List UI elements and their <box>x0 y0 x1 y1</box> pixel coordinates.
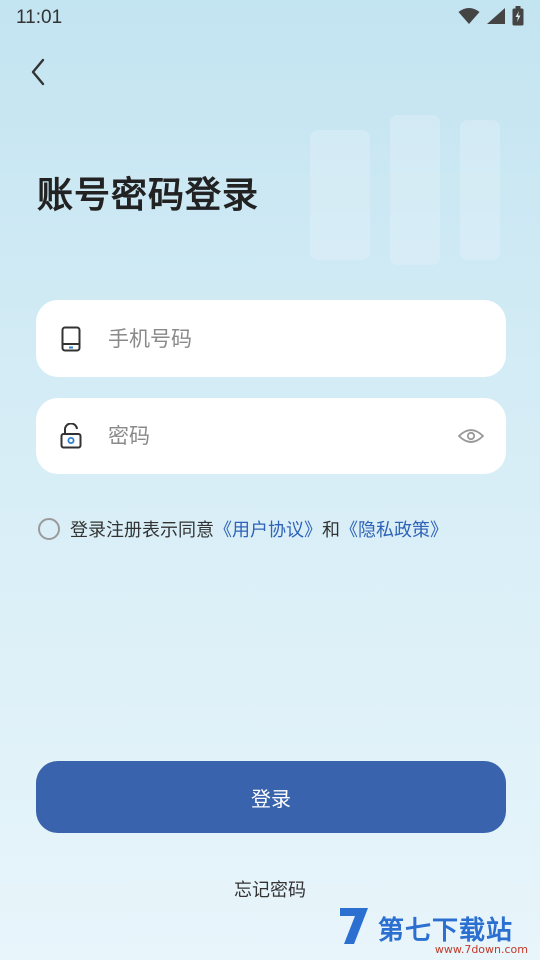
site-logo-icon <box>336 904 372 952</box>
back-button[interactable] <box>22 56 54 92</box>
watermark-url: www.7down.com <box>434 943 528 956</box>
phone-input[interactable] <box>108 318 484 359</box>
status-bar: 11:01 <box>0 0 540 36</box>
watermark-name: 第七下载站 <box>378 915 514 946</box>
agreement-text: 登录注册表示同意 <box>70 520 214 541</box>
phone-field[interactable] <box>36 300 506 377</box>
password-input[interactable] <box>108 416 458 456</box>
background-decoration <box>300 110 510 280</box>
battery-icon <box>512 6 524 30</box>
status-icons <box>458 6 524 30</box>
privacy-policy-link[interactable]: 《隐私政策》 <box>340 516 448 542</box>
user-agreement-link[interactable]: 《用户协议》 <box>214 516 322 542</box>
login-button[interactable]: 登录 <box>36 761 506 833</box>
chevron-left-icon <box>30 58 46 90</box>
eye-icon[interactable] <box>458 423 484 449</box>
status-time: 11:01 <box>16 7 63 28</box>
page-title: 账号密码登录 <box>37 175 260 216</box>
agreement-and: 和 <box>322 520 340 541</box>
agreement-row: 登录注册表示同意 《用户协议》 和 《隐私政策》 <box>38 516 448 542</box>
wifi-icon <box>458 7 480 29</box>
agreement-radio[interactable] <box>38 518 60 540</box>
lock-icon <box>58 423 84 449</box>
password-field[interactable] <box>36 398 506 474</box>
signal-icon <box>486 7 506 29</box>
site-watermark: 第七下载站 www.7down.com <box>336 898 536 958</box>
phone-icon <box>58 326 84 352</box>
